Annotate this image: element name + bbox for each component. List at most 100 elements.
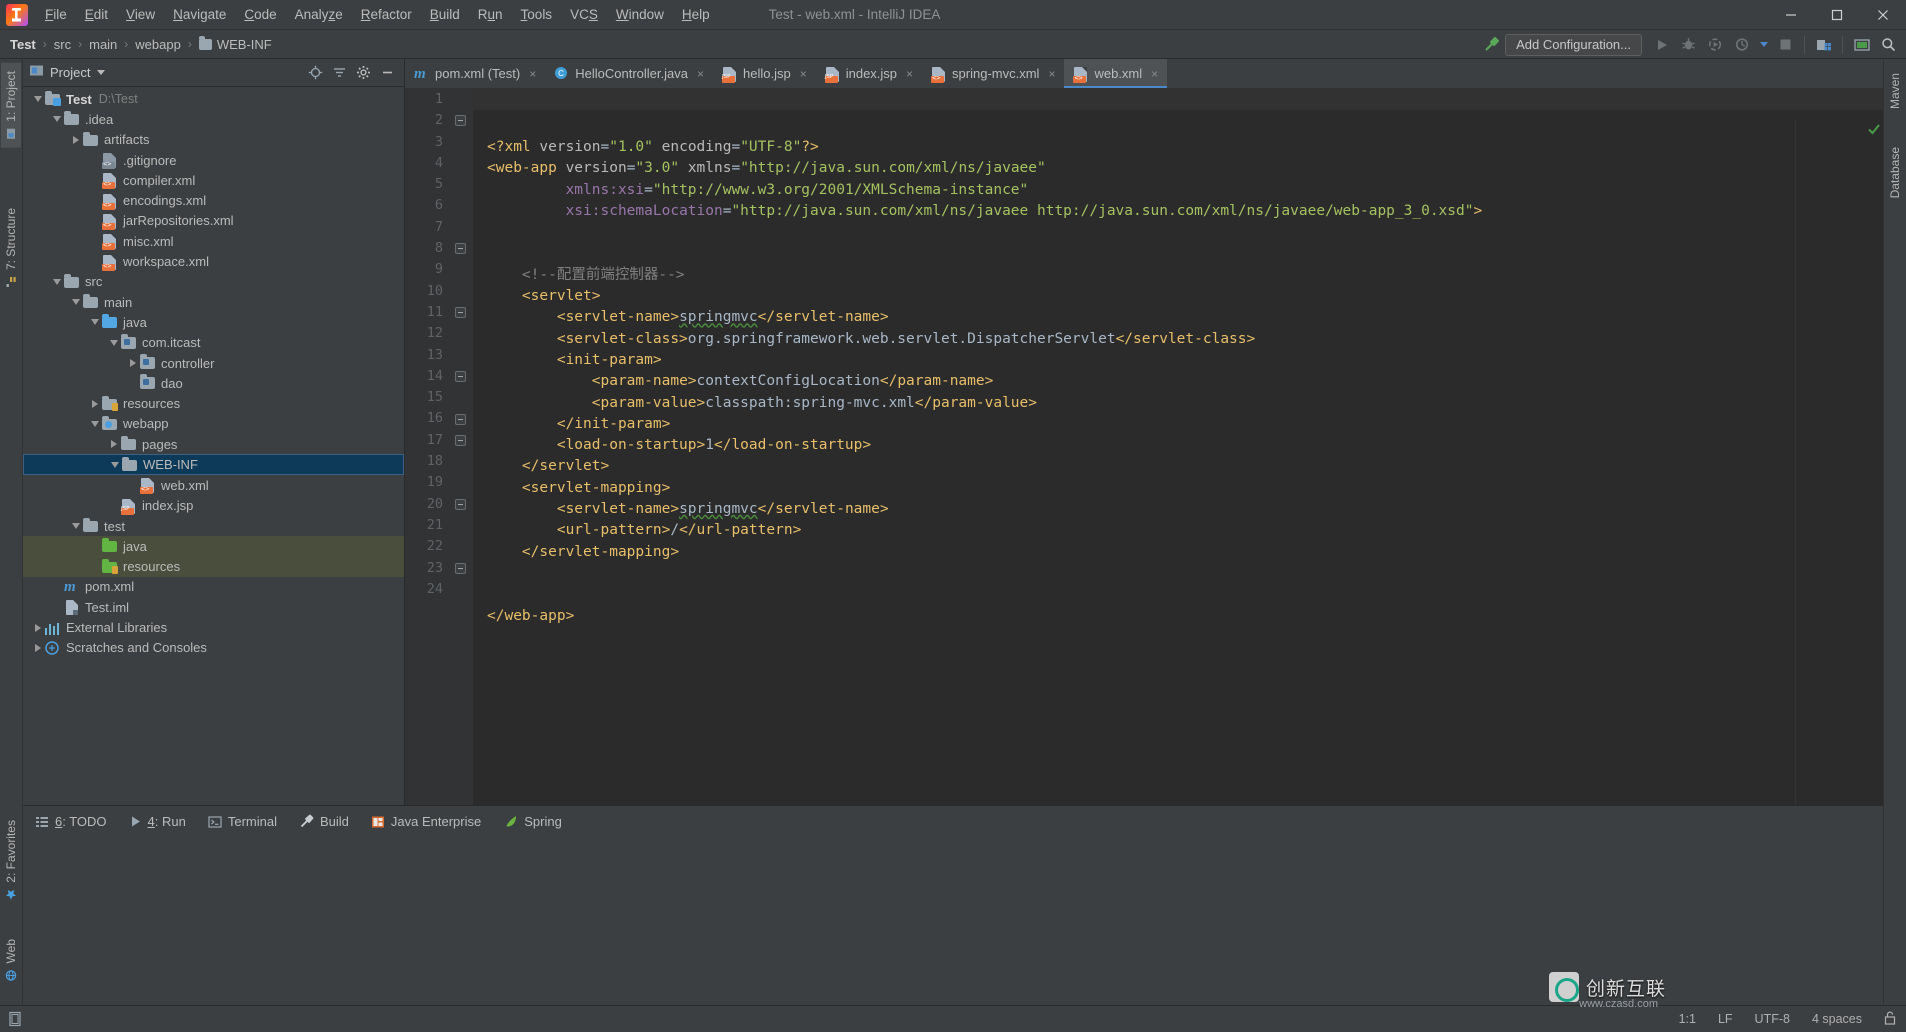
code-editor[interactable]: 123456789101112131415161718192021222324 … [405, 89, 1883, 805]
breadcrumb-item-test[interactable]: Test [10, 37, 36, 52]
indent-setting[interactable]: 4 spaces [1812, 1012, 1862, 1026]
tree-node-misc.xml[interactable]: misc.xml [23, 231, 404, 251]
file-encoding[interactable]: UTF-8 [1755, 1012, 1790, 1026]
console-icon[interactable] [1848, 32, 1875, 58]
chevron-right-icon[interactable] [107, 437, 121, 451]
event-log-icon[interactable] [8, 1011, 22, 1027]
editor-tab-pom.xml-test-[interactable]: mpom.xml (Test)× [405, 59, 545, 88]
bottom-tool-java-enterprise[interactable]: Java Enterprise [371, 814, 481, 829]
chevron-down-icon[interactable] [88, 315, 102, 329]
collapse-all-icon[interactable] [328, 62, 350, 84]
chevron-down-icon[interactable] [50, 275, 64, 289]
chevron-right-icon[interactable] [31, 641, 45, 655]
minimize-button[interactable] [1768, 0, 1814, 30]
bottom-tool-6-todo[interactable]: 6: TODO [35, 814, 107, 829]
hide-panel-icon[interactable] [376, 62, 398, 84]
tree-node-pom.xml[interactable]: mpom.xml [23, 577, 404, 597]
debug-icon[interactable] [1675, 32, 1702, 58]
tree-node-pages[interactable]: pages [23, 434, 404, 454]
tree-node-workspace.xml[interactable]: workspace.xml [23, 251, 404, 271]
tree-node-test[interactable]: test [23, 516, 404, 536]
close-button[interactable] [1860, 0, 1906, 30]
chevron-down-icon[interactable] [88, 417, 102, 431]
chevron-down-icon[interactable] [107, 336, 121, 350]
tree-node-.idea[interactable]: .idea [23, 109, 404, 129]
tree-node-main[interactable]: main [23, 292, 404, 312]
project-structure-icon[interactable] [1810, 32, 1837, 58]
menu-item-analyze[interactable]: Analyze [286, 4, 352, 25]
close-icon[interactable]: × [906, 67, 913, 81]
sidebar-item-database[interactable]: Database [1885, 139, 1905, 206]
settings-gear-icon[interactable] [352, 62, 374, 84]
menu-item-edit[interactable]: Edit [76, 4, 117, 25]
add-configuration-button[interactable]: Add Configuration... [1505, 34, 1642, 56]
tree-node-resources[interactable]: resources [23, 393, 404, 413]
hammer-icon[interactable] [1478, 32, 1505, 58]
chevron-down-icon[interactable] [1756, 32, 1772, 58]
sidebar-item-favorites[interactable]: 2: Favorites [1, 812, 21, 909]
tree-node-java[interactable]: java [23, 312, 404, 332]
tree-node-dao[interactable]: dao [23, 373, 404, 393]
menu-item-code[interactable]: Code [235, 4, 285, 25]
menu-item-run[interactable]: Run [469, 4, 512, 25]
search-icon[interactable] [1875, 32, 1902, 58]
close-icon[interactable]: × [697, 67, 704, 81]
code-fold-toggle[interactable] [455, 115, 466, 126]
locate-icon[interactable] [304, 62, 326, 84]
tree-node-.gitignore[interactable]: .gitignore [23, 150, 404, 170]
tree-node-compiler.xml[interactable]: compiler.xml [23, 170, 404, 190]
menu-item-file[interactable]: File [36, 4, 76, 25]
tree-node-web.xml[interactable]: web.xml [23, 475, 404, 495]
caret-position[interactable]: 1:1 [1679, 1012, 1696, 1026]
code-fold-toggle[interactable] [455, 435, 466, 446]
tree-node-web-inf[interactable]: WEB-INF [23, 454, 404, 475]
close-icon[interactable]: × [529, 67, 536, 81]
editor-tab-web.xml[interactable]: web.xml× [1064, 59, 1167, 88]
project-tree[interactable]: TestD:\Test.ideaartifacts.gitignorecompi… [23, 87, 404, 805]
close-icon[interactable]: × [800, 67, 807, 81]
tree-node-artifacts[interactable]: artifacts [23, 130, 404, 150]
code-content[interactable]: <?xml version="1.0" encoding="UTF-8"?><w… [473, 89, 1883, 805]
menu-item-navigate[interactable]: Navigate [164, 4, 235, 25]
menu-item-help[interactable]: Help [673, 4, 719, 25]
chevron-right-icon[interactable] [69, 133, 83, 147]
code-fold-toggle[interactable] [455, 563, 466, 574]
breadcrumb-item-src[interactable]: src [54, 37, 71, 52]
stop-icon[interactable] [1772, 32, 1799, 58]
checkmark-ok-icon[interactable] [1867, 122, 1881, 139]
chevron-down-icon[interactable] [108, 458, 122, 472]
tree-node-controller[interactable]: controller [23, 353, 404, 373]
code-fold-toggle[interactable] [455, 499, 466, 510]
run-with-coverage-icon[interactable] [1702, 32, 1729, 58]
editor-tab-hellocontroller.java[interactable]: CHelloController.java× [545, 59, 713, 88]
tree-node-com.itcast[interactable]: com.itcast [23, 333, 404, 353]
editor-tab-hello.jsp[interactable]: hello.jsp× [713, 59, 816, 88]
chevron-down-icon[interactable] [97, 70, 105, 75]
close-icon[interactable]: × [1151, 67, 1158, 81]
chevron-right-icon[interactable] [31, 621, 45, 635]
bottom-tool-spring[interactable]: Spring [503, 814, 562, 829]
menu-item-build[interactable]: Build [421, 4, 469, 25]
breadcrumb-item-main[interactable]: main [89, 37, 117, 52]
menu-item-window[interactable]: Window [607, 4, 673, 25]
chevron-down-icon[interactable] [50, 112, 64, 126]
tree-node-jarrepositories.xml[interactable]: jarRepositories.xml [23, 211, 404, 231]
sidebar-item-project[interactable]: 1: Project [1, 63, 21, 148]
unlocked-icon[interactable] [1884, 1011, 1896, 1028]
maximize-button[interactable] [1814, 0, 1860, 30]
bottom-tool-build[interactable]: Build [299, 814, 349, 829]
sidebar-item-web[interactable]: Web [1, 931, 21, 989]
tree-node-java[interactable]: java [23, 536, 404, 556]
tree-node-external-libraries[interactable]: External Libraries [23, 617, 404, 637]
profile-icon[interactable] [1729, 32, 1756, 58]
tree-node-encodings.xml[interactable]: encodings.xml [23, 190, 404, 210]
tree-node-webapp[interactable]: webapp [23, 414, 404, 434]
chevron-down-icon[interactable] [69, 519, 83, 533]
chevron-down-icon[interactable] [31, 92, 45, 106]
tree-node-test[interactable]: TestD:\Test [23, 89, 404, 109]
chevron-right-icon[interactable] [88, 397, 102, 411]
code-fold-toggle[interactable] [455, 307, 466, 318]
editor-tab-index.jsp[interactable]: index.jsp× [816, 59, 922, 88]
tree-node-index.jsp[interactable]: index.jsp [23, 496, 404, 516]
breadcrumb-item-web-inf[interactable]: WEB-INF [199, 37, 272, 52]
